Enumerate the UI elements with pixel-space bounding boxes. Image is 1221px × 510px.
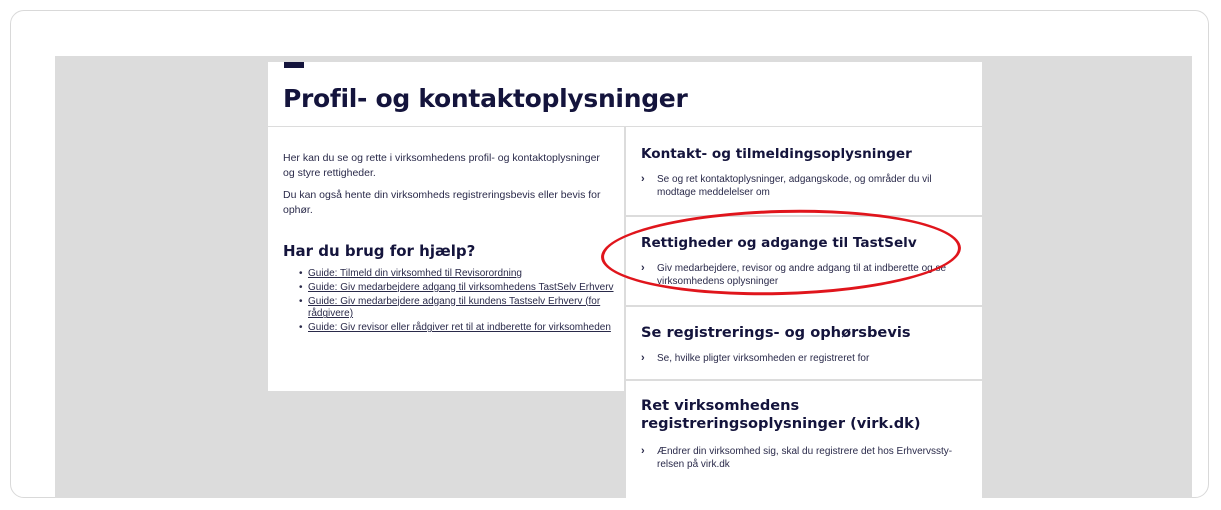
help-list-item: Guide: Giv medarbejdere adgang til virks… xyxy=(299,282,638,295)
card-contact-info[interactable]: Kontakt- og tilmeldingsoplysninger › Se … xyxy=(626,127,982,215)
card-description-text: Se og ret kontaktoplysninger, adgangskod… xyxy=(657,174,932,198)
card-title: Ret virksomhedens registreringsoplysning… xyxy=(641,397,921,432)
card-description: › Ændrer din virksomhed sig, skal du reg… xyxy=(641,445,971,471)
screenshot-backdrop: Profil- og kontaktoplysninger Her kan du… xyxy=(55,56,1192,498)
card-description: › Giv medarbejdere, revisor og andre adg… xyxy=(641,262,971,288)
header-accent-bar xyxy=(284,62,304,68)
intro-panel: Her kan du se og rette i virksomhedens p… xyxy=(268,127,624,391)
help-list-item: Guide: Giv medarbejdere adgang til kunde… xyxy=(299,296,638,322)
card-virk-registration[interactable]: Ret virksomhedens registreringsoplysning… xyxy=(626,381,982,498)
chevron-right-icon: › xyxy=(641,262,645,274)
help-link-list: Guide: Tilmeld din virksomhed til Reviso… xyxy=(283,268,638,336)
chevron-right-icon: › xyxy=(641,445,645,457)
card-description-text: Se, hvilke pligter virksomheden er regis… xyxy=(657,353,870,364)
screenshot-frame: Profil- og kontaktoplysninger Her kan du… xyxy=(10,10,1209,498)
action-cards: Kontakt- og tilmeldingsoplysninger › Se … xyxy=(626,127,982,498)
chevron-right-icon: › xyxy=(641,352,645,364)
page-title: Profil- og kontaktoplysninger xyxy=(283,84,688,113)
intro-text: Her kan du se og rette i virksomhedens p… xyxy=(283,151,613,225)
card-title: Kontakt- og tilmeldingsoplysninger xyxy=(641,146,912,162)
card-description-text: Giv medarbejdere, revisor og andre adgan… xyxy=(657,263,947,287)
help-guide-link[interactable]: Guide: Giv revisor eller rådgiver ret ti… xyxy=(308,322,611,333)
page-header: Profil- og kontaktoplysninger xyxy=(268,62,982,126)
help-guide-link[interactable]: Guide: Giv medarbejdere adgang til kunde… xyxy=(308,296,600,320)
card-description: › Se og ret kontaktoplysninger, adgangsk… xyxy=(641,173,971,199)
help-guide-link[interactable]: Guide: Giv medarbejdere adgang til virks… xyxy=(308,282,614,293)
card-rights-access[interactable]: Rettigheder og adgange til TastSelv › Gi… xyxy=(626,217,982,305)
intro-paragraph: Du kan også hente din virksomheds regist… xyxy=(283,189,601,216)
chevron-right-icon: › xyxy=(641,173,645,185)
card-description: › Se, hvilke pligter virksomheden er reg… xyxy=(641,352,971,365)
card-title: Se registrerings- og ophørsbevis xyxy=(641,324,911,341)
intro-paragraph: Her kan du se og rette i virksomhedens p… xyxy=(283,152,600,179)
help-list-item: Guide: Tilmeld din virksomhed til Reviso… xyxy=(299,268,638,281)
help-list-item: Guide: Giv revisor eller rådgiver ret ti… xyxy=(299,322,638,335)
card-title: Rettigheder og adgange til TastSelv xyxy=(641,235,917,251)
card-registration-certificate[interactable]: Se registrerings- og ophørsbevis › Se, h… xyxy=(626,307,982,379)
help-heading: Har du brug for hjælp? xyxy=(283,242,476,260)
card-description-text: Ændrer din virksomhed sig, skal du regis… xyxy=(657,446,953,470)
page-content: Profil- og kontaktoplysninger Her kan du… xyxy=(268,62,982,498)
help-guide-link[interactable]: Guide: Tilmeld din virksomhed til Reviso… xyxy=(308,268,522,279)
